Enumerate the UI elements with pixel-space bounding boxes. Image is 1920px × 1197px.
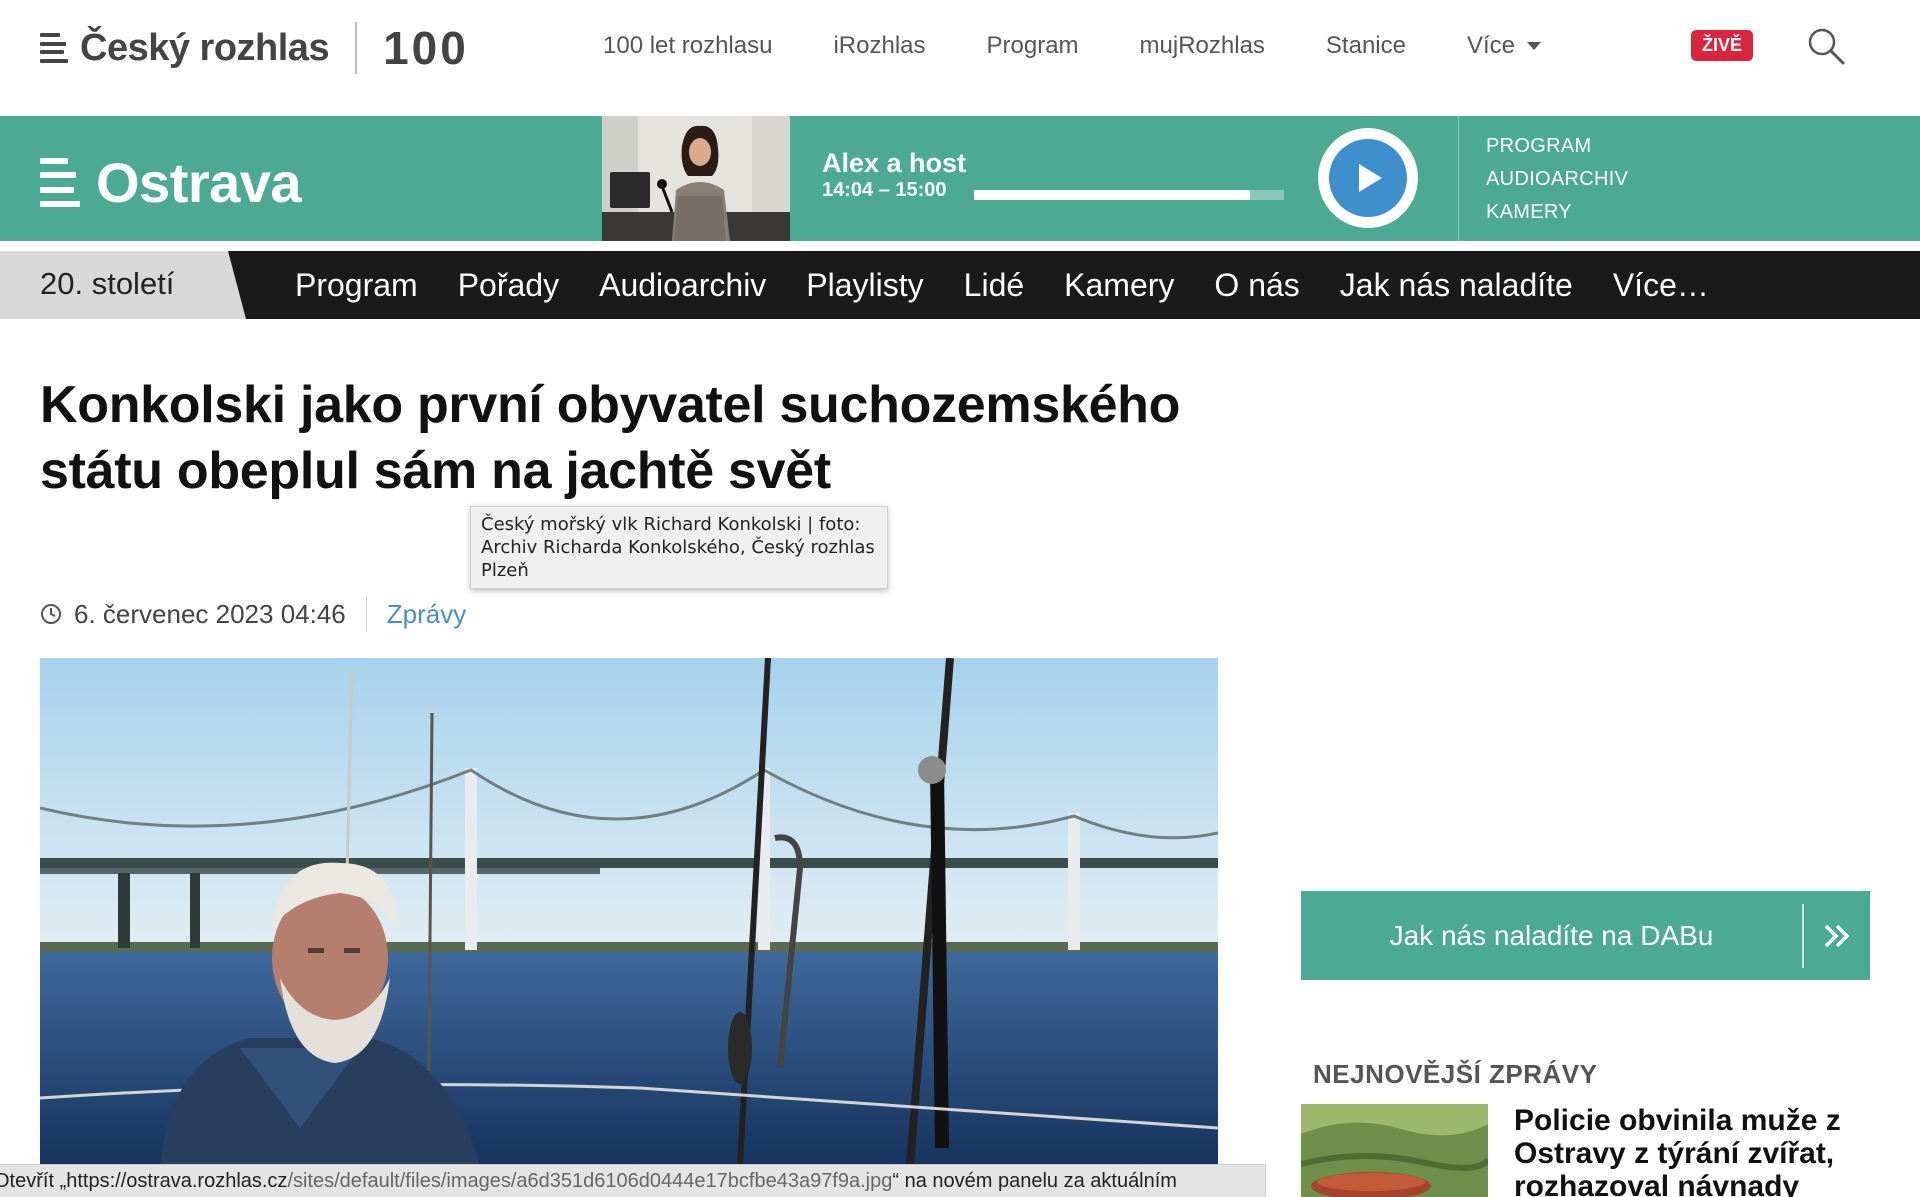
site-header: Český rozhlas 100 100 let rozhlasu iRozh… xyxy=(0,0,1920,116)
caret-down-icon xyxy=(1527,42,1542,50)
brand-name: Český rozhlas xyxy=(80,26,330,69)
section-link-kamery[interactable]: Kamery xyxy=(1064,265,1174,305)
article-date: 6. červenec 2023 04:46 xyxy=(74,598,346,629)
play-icon xyxy=(1359,164,1382,192)
article-category-link[interactable]: Zprávy xyxy=(387,599,466,630)
show-title: Alex a host xyxy=(822,148,967,178)
band-divider xyxy=(1458,116,1459,241)
article-meta: 6. červenec 2023 04:46 Zprávy xyxy=(40,596,466,632)
status-url-path: /sites/default/files/images/a6d351d6106d… xyxy=(287,1170,893,1192)
station-band: Ostrava Alex a host 14:04 – 15:00 PROGRA… xyxy=(0,116,1920,241)
section-link-o-nas[interactable]: O nás xyxy=(1214,265,1299,305)
anniversary-mark: 100 xyxy=(383,22,469,74)
show-time: 14:04 – 15:00 xyxy=(822,179,947,201)
status-suffix: “ na novém panelu za aktuálním xyxy=(892,1170,1177,1192)
meta-divider xyxy=(365,596,367,632)
top-navigation: 100 let rozhlasu iRozhlas Program mujRoz… xyxy=(603,30,1602,62)
section-link-playlisty[interactable]: Playlisty xyxy=(806,265,923,305)
station-link-program[interactable]: PROGRAM xyxy=(1486,130,1628,163)
play-button-inner xyxy=(1329,139,1407,217)
browser-status-bar: Otevřít „https://ostrava.rozhlas.cz/site… xyxy=(0,1164,1266,1197)
search-icon[interactable] xyxy=(1806,26,1846,66)
section-link-vice[interactable]: Více… xyxy=(1613,265,1709,305)
news-item-thumbnail[interactable] xyxy=(1301,1104,1488,1197)
topnav-stanice[interactable]: Stanice xyxy=(1326,30,1406,62)
section-link-jak-nas-naladite[interactable]: Jak nás naladíte xyxy=(1340,265,1573,305)
section-link-audioarchiv[interactable]: Audioarchiv xyxy=(599,265,766,305)
station-quick-links: PROGRAM AUDIOARCHIV KAMERY xyxy=(1486,130,1628,229)
dab-button-label: Jak nás naladíte na DABu xyxy=(1389,919,1714,951)
topnav-program[interactable]: Program xyxy=(987,30,1079,62)
rozhlas-lines-icon xyxy=(40,33,68,63)
show-progress-fill xyxy=(974,190,1250,200)
news-item-title[interactable]: Policie obvinila muže z Ostravy z týrání… xyxy=(1514,1104,1894,1197)
play-button[interactable] xyxy=(1318,128,1418,228)
status-prefix: Otevřít „ xyxy=(0,1170,67,1192)
logo-divider xyxy=(355,22,358,74)
section-tag[interactable]: 20. století xyxy=(0,251,246,319)
section-links: Program Pořady Audioarchiv Playlisty Lid… xyxy=(295,265,1749,305)
now-playing-info[interactable]: Alex a host 14:04 – 15:00 xyxy=(822,148,966,202)
topnav-100-let[interactable]: 100 let rozhlasu xyxy=(603,30,772,62)
topnav-mujrozhlas[interactable]: mujRozhlas xyxy=(1140,30,1265,62)
station-link-audioarchiv[interactable]: AUDIOARCHIV xyxy=(1486,163,1628,196)
host-photo[interactable] xyxy=(602,116,790,241)
status-url-host: https://ostrava.rozhlas.cz xyxy=(66,1170,288,1192)
show-progress-bar xyxy=(974,190,1284,200)
image-tooltip: Český mořský vlk Richard Konkolski | fot… xyxy=(470,506,888,589)
cesky-rozhlas-logo[interactable]: Český rozhlas 100 xyxy=(40,22,469,74)
section-navigation: 20. století Program Pořady Audioarchiv P… xyxy=(0,251,1920,319)
section-link-program[interactable]: Program xyxy=(295,265,418,305)
double-chevron-right-icon xyxy=(1804,923,1870,949)
section-tag-label: 20. století xyxy=(40,266,175,301)
latest-news-heading: NEJNOVĚJŠÍ ZPRÁVY xyxy=(1313,1059,1598,1089)
live-badge[interactable]: ŽIVĚ xyxy=(1691,30,1754,61)
topnav-more-dropdown[interactable]: Více xyxy=(1466,30,1542,62)
station-logo[interactable]: Ostrava xyxy=(40,150,302,215)
section-link-porady[interactable]: Pořady xyxy=(458,265,559,305)
rozhlas-lines-icon xyxy=(40,157,80,208)
topnav-more-label: Více xyxy=(1466,32,1516,59)
station-name: Ostrava xyxy=(96,151,302,214)
article-hero-image[interactable] xyxy=(40,658,1218,1166)
clock-icon xyxy=(41,604,61,624)
dab-tuning-button[interactable]: Jak nás naladíte na DABu xyxy=(1301,891,1870,980)
topnav-irozhlas[interactable]: iRozhlas xyxy=(833,30,925,62)
station-link-kamery[interactable]: KAMERY xyxy=(1486,196,1628,229)
article-headline: Konkolski jako první obyvatel suchozemsk… xyxy=(40,376,1181,500)
section-link-lide[interactable]: Lidé xyxy=(964,265,1025,305)
